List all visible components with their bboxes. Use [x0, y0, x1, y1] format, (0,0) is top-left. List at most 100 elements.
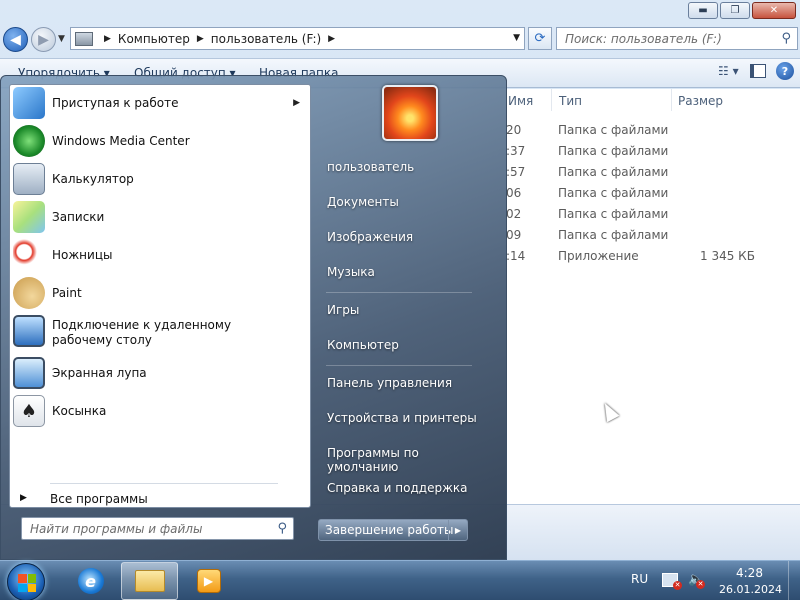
program-solitaire[interactable]: ♠ Косынка — [10, 393, 310, 429]
program-label: Записки — [52, 209, 105, 224]
program-snipping-tool[interactable]: Ножницы — [10, 237, 310, 273]
table-row[interactable]: :57 Папка с файлами — [500, 165, 800, 186]
refresh-button[interactable]: ⟳ — [528, 27, 552, 50]
window-controls: ▬ ❐ ✕ — [688, 2, 796, 19]
breadcrumb-separator[interactable]: ▶ — [104, 34, 111, 44]
file-type: Папка с файлами — [558, 123, 669, 137]
network-error-icon: ✕ — [673, 581, 682, 590]
search-placeholder: Поиск: пользователь (F:) — [565, 32, 722, 46]
shutdown-label: Завершение работы — [325, 523, 454, 537]
table-row[interactable]: :14 Приложение 1 345 КБ — [500, 249, 800, 270]
sticky-notes-icon — [13, 201, 45, 233]
taskbar-media-player[interactable]: ▶ — [180, 562, 237, 600]
minimize-button[interactable]: ▬ — [688, 2, 718, 19]
start-item-control-panel[interactable]: Панель управления — [318, 369, 486, 399]
shutdown-button[interactable]: Завершение работы ▶ — [318, 519, 468, 541]
taskbar-explorer[interactable] — [121, 562, 178, 600]
program-remote-desktop[interactable]: Подключение к удаленному рабочему столу — [10, 313, 310, 353]
preview-pane-icon[interactable] — [750, 64, 766, 78]
view-options-icon[interactable]: ☷ ▾ — [718, 64, 740, 78]
clock-time[interactable]: 4:28 — [736, 566, 763, 580]
divider — [326, 365, 472, 366]
close-button[interactable]: ✕ — [752, 2, 796, 19]
file-type: Папка с файлами — [558, 165, 669, 179]
start-menu: Приступая к работе ▶ Windows Media Cente… — [0, 75, 507, 560]
column-header-size[interactable]: Размер — [678, 94, 723, 108]
taskbar: e ▶ RU ✕ 🔈 ✕ 4:28 26.01.2024 — [0, 560, 800, 600]
clock-date[interactable]: 26.01.2024 — [719, 583, 782, 596]
media-center-icon — [13, 125, 45, 157]
start-item-documents[interactable]: Документы — [318, 188, 486, 218]
table-row[interactable]: 02 Папка с файлами — [500, 207, 800, 228]
programs-pane: Приступая к работе ▶ Windows Media Cente… — [9, 84, 311, 508]
file-time: 06 — [506, 186, 522, 200]
snipping-tool-icon — [13, 239, 45, 271]
table-row[interactable]: 09 Папка с файлами — [500, 228, 800, 249]
start-button[interactable] — [7, 563, 45, 600]
start-search-placeholder: Найти программы и файлы — [30, 522, 203, 536]
file-time: 09 — [506, 228, 522, 242]
program-getting-started[interactable]: Приступая к работе ▶ — [10, 85, 310, 121]
taskbar-internet-explorer[interactable]: e — [62, 562, 119, 600]
file-time: :37 — [506, 144, 526, 158]
start-search-input[interactable]: Найти программы и файлы ⚲ — [21, 517, 294, 540]
file-type: Папка с файлами — [558, 144, 669, 158]
submenu-arrow-icon: ▶ — [293, 98, 300, 108]
maximize-button[interactable]: ❐ — [720, 2, 750, 19]
start-item-music[interactable]: Музыка — [318, 258, 486, 288]
calculator-icon — [13, 163, 45, 195]
start-item-default-programs[interactable]: Программы по умолчанию — [318, 439, 486, 474]
breadcrumb-separator[interactable]: ▶ — [328, 34, 335, 44]
shutdown-options-arrow-icon[interactable]: ▶ — [448, 520, 467, 540]
column-divider[interactable] — [671, 89, 672, 111]
show-desktop-button[interactable] — [788, 561, 800, 600]
program-media-center[interactable]: Windows Media Center — [10, 123, 310, 159]
address-dropdown[interactable]: ▼ — [513, 33, 520, 43]
program-sticky-notes[interactable]: Записки — [10, 199, 310, 235]
magnifier-icon — [13, 357, 45, 389]
help-icon[interactable]: ? — [776, 62, 794, 80]
navigation-bar: ◀ ▶ ▼ ▶ Компьютер ▶ пользователь (F:) ▶ … — [0, 24, 800, 56]
search-input[interactable]: Поиск: пользователь (F:) ⚲ — [556, 27, 798, 50]
table-row[interactable]: 20 Папка с файлами — [500, 123, 800, 144]
search-icon: ⚲ — [277, 521, 287, 536]
program-label: Калькулятор — [52, 171, 134, 186]
program-label: Ножницы — [52, 247, 113, 262]
all-programs-button[interactable]: ▶ Все программы — [10, 490, 310, 512]
expand-arrow-icon: ▶ — [20, 493, 27, 503]
program-label: Windows Media Center — [52, 133, 190, 148]
column-divider[interactable] — [551, 89, 552, 111]
solitaire-icon: ♠ — [13, 395, 45, 427]
file-time: 02 — [506, 207, 522, 221]
start-item-devices-printers[interactable]: Устройства и принтеры — [318, 404, 486, 434]
start-item-computer[interactable]: Компьютер — [318, 331, 486, 361]
back-button[interactable]: ◀ — [3, 27, 28, 52]
file-type: Папка с файлами — [558, 186, 669, 200]
table-row[interactable]: :37 Папка с файлами — [500, 144, 800, 165]
start-item-help[interactable]: Справка и поддержка — [318, 474, 486, 504]
program-magnifier[interactable]: Экранная лупа — [10, 355, 310, 391]
column-header-name[interactable]: Имя — [508, 94, 533, 108]
program-paint[interactable]: Paint — [10, 275, 310, 311]
computer-icon — [75, 31, 93, 46]
breadcrumb-separator[interactable]: ▶ — [197, 34, 204, 44]
start-item-user[interactable]: пользователь — [318, 153, 486, 183]
divider — [50, 483, 278, 484]
program-label: Косынка — [52, 403, 107, 418]
breadcrumb-drive[interactable]: пользователь (F:) — [211, 32, 321, 46]
column-header-type[interactable]: Тип — [559, 94, 582, 108]
start-item-games[interactable]: Игры — [318, 296, 486, 326]
all-programs-label: Все программы — [50, 492, 148, 506]
file-size: 1 345 КБ — [700, 249, 755, 263]
user-avatar[interactable] — [382, 85, 438, 141]
forward-button[interactable]: ▶ — [31, 27, 56, 52]
language-indicator[interactable]: RU — [631, 572, 648, 586]
address-bar[interactable]: ▶ Компьютер ▶ пользователь (F:) ▶ ▼ — [70, 27, 525, 50]
start-item-pictures[interactable]: Изображения — [318, 223, 486, 253]
breadcrumb-computer[interactable]: Компьютер — [118, 32, 190, 46]
file-time: :57 — [506, 165, 526, 179]
program-calculator[interactable]: Калькулятор — [10, 161, 310, 197]
table-row[interactable]: 06 Папка с файлами — [500, 186, 800, 207]
recent-pages-dropdown[interactable]: ▼ — [58, 34, 65, 44]
remote-desktop-icon — [13, 315, 45, 347]
